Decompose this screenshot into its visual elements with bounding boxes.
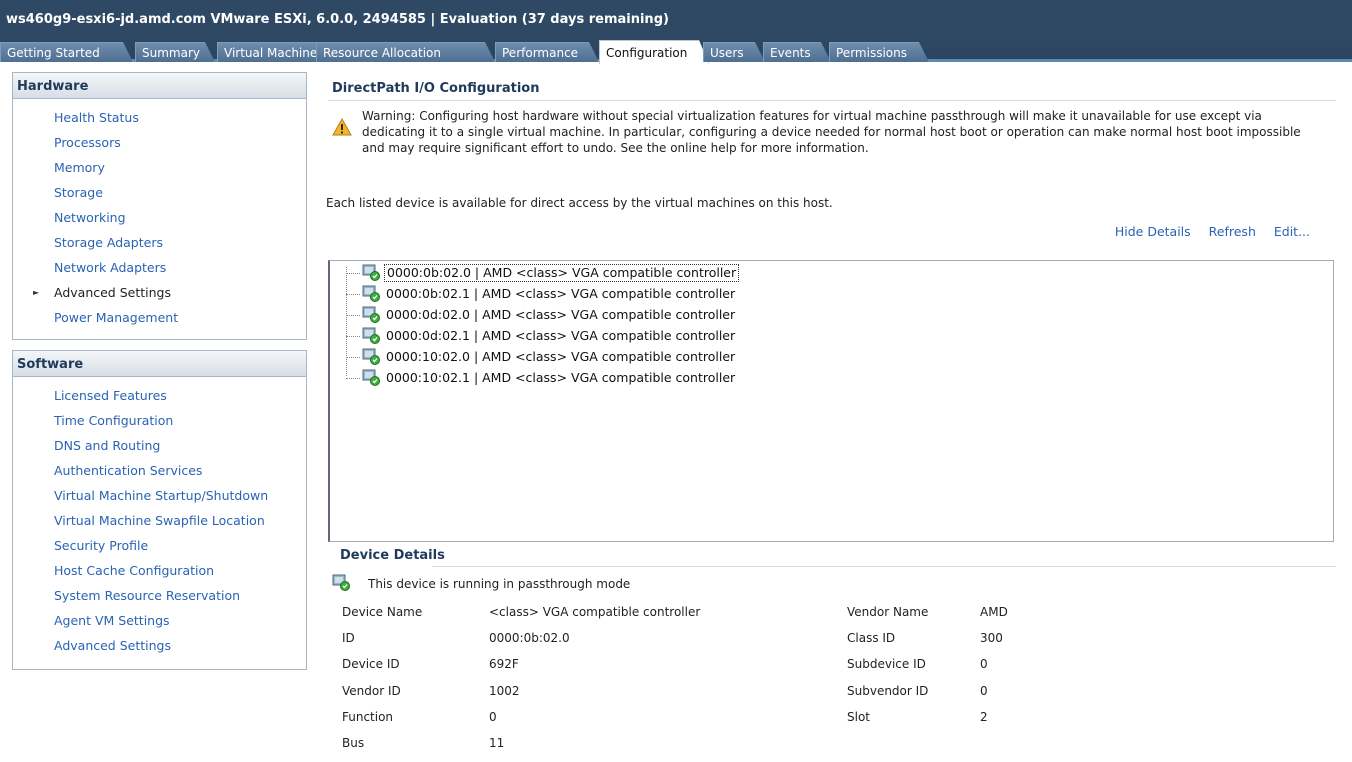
software-section: Software Licensed Features Time Configur…	[12, 350, 307, 670]
current-item-bullet-icon: ►	[33, 288, 40, 297]
detail-value: <class> VGA compatible controller	[489, 605, 701, 619]
detail-label: Vendor Name	[847, 605, 929, 619]
refresh-link[interactable]: Refresh	[1209, 224, 1256, 239]
nav-agent-vm-settings[interactable]: Agent VM Settings	[13, 608, 306, 633]
detail-label: Device ID	[342, 657, 400, 671]
software-header: Software	[13, 351, 306, 377]
tab-strip: Getting Started Summary Virtual Machines…	[0, 34, 1352, 62]
detail-value: 0	[980, 657, 988, 671]
edit-link[interactable]: Edit...	[1274, 224, 1310, 239]
details-divider	[432, 566, 1336, 567]
tab-resource-allocation[interactable]: Resource Allocation	[316, 42, 495, 62]
pci-device-passthrough-icon	[362, 264, 380, 281]
device-label: 0000:0b:02.1 | AMD <class> VGA compatibl…	[386, 286, 736, 301]
nav-advanced-settings-sw[interactable]: Advanced Settings	[13, 633, 306, 658]
nav-licensed-features[interactable]: Licensed Features	[13, 383, 306, 408]
main-content: DirectPath I/O Configuration Warning: Co…	[322, 72, 1342, 762]
device-list[interactable]: 0000:0b:02.0 | AMD <class> VGA compatibl…	[328, 260, 1334, 542]
detail-label: ID	[342, 631, 355, 645]
detail-value: 0000:0b:02.0	[489, 631, 570, 645]
detail-value: 11	[489, 736, 505, 750]
title-divider	[328, 100, 1336, 101]
detail-value: 0	[980, 684, 988, 698]
tab-configuration[interactable]: Configuration	[599, 40, 709, 64]
hide-details-link[interactable]: Hide Details	[1115, 224, 1191, 239]
warning-icon	[332, 118, 352, 136]
nav-system-resource-reservation[interactable]: System Resource Reservation	[13, 583, 306, 608]
nav-dns-routing[interactable]: DNS and Routing	[13, 433, 306, 458]
warning-text: Warning: Configuring host hardware witho…	[362, 109, 1301, 155]
detail-label: Bus	[342, 736, 365, 750]
device-details-title: Device Details	[340, 548, 445, 563]
detail-value: 300	[980, 631, 1003, 645]
action-links: Hide Details Refresh Edit...	[1101, 224, 1310, 239]
device-label: 0000:0d:02.0 | AMD <class> VGA compatibl…	[386, 307, 736, 322]
detail-label: Function	[342, 710, 394, 724]
detail-label: Device Name	[342, 605, 423, 619]
tab-users[interactable]: Users	[703, 42, 765, 62]
nav-vm-swapfile-location[interactable]: Virtual Machine Swapfile Location	[13, 508, 306, 533]
detail-value: 2	[980, 710, 988, 724]
nav-advanced-settings-hw-label: Advanced Settings	[54, 285, 171, 300]
nav-time-configuration[interactable]: Time Configuration	[13, 408, 306, 433]
hardware-header: Hardware	[13, 73, 306, 99]
nav-authentication-services[interactable]: Authentication Services	[13, 458, 306, 483]
pci-device-passthrough-icon	[362, 348, 380, 365]
detail-label: Vendor ID	[342, 684, 401, 698]
nav-advanced-settings-hw[interactable]: ► Advanced Settings	[13, 280, 306, 305]
nav-security-profile[interactable]: Security Profile	[13, 533, 306, 558]
pci-device-passthrough-icon	[362, 327, 380, 344]
pci-device-passthrough-icon	[362, 369, 380, 386]
page-title: DirectPath I/O Configuration	[332, 81, 540, 96]
nav-power-management[interactable]: Power Management	[13, 305, 306, 330]
nav-memory[interactable]: Memory	[13, 155, 306, 180]
nav-host-cache-configuration[interactable]: Host Cache Configuration	[13, 558, 306, 583]
tree-connector	[346, 267, 347, 376]
tab-summary[interactable]: Summary	[135, 42, 215, 62]
device-list-description: Each listed device is available for dire…	[326, 196, 833, 210]
detail-label: Slot	[847, 710, 870, 724]
detail-value: 692F	[489, 657, 519, 671]
detail-value: 0	[489, 710, 497, 724]
nav-health-status[interactable]: Health Status	[13, 105, 306, 130]
detail-label: Subvendor ID	[847, 684, 929, 698]
nav-vm-startup-shutdown[interactable]: Virtual Machine Startup/Shutdown	[13, 483, 306, 508]
nav-storage-adapters[interactable]: Storage Adapters	[13, 230, 306, 255]
device-label: 0000:0d:02.1 | AMD <class> VGA compatibl…	[386, 328, 736, 343]
device-label: 0000:10:02.1 | AMD <class> VGA compatibl…	[386, 370, 736, 385]
nav-processors[interactable]: Processors	[13, 130, 306, 155]
left-panel: Hardware Health Status Processors Memory…	[12, 72, 307, 762]
tab-performance[interactable]: Performance	[495, 42, 599, 62]
detail-value: 1002	[489, 684, 520, 698]
window-title: ws460g9-esxi6-jd.amd.com VMware ESXi, 6.…	[0, 0, 1352, 34]
tab-events[interactable]: Events	[763, 42, 831, 62]
detail-label: Subdevice ID	[847, 657, 926, 671]
detail-label: Class ID	[847, 631, 896, 645]
pci-device-passthrough-icon	[362, 306, 380, 323]
pci-device-passthrough-icon	[362, 285, 380, 302]
passthrough-status-icon	[332, 574, 350, 591]
nav-storage[interactable]: Storage	[13, 180, 306, 205]
tab-permissions[interactable]: Permissions	[829, 42, 929, 62]
nav-network-adapters[interactable]: Network Adapters	[13, 255, 306, 280]
nav-networking[interactable]: Networking	[13, 205, 306, 230]
device-label: 0000:10:02.0 | AMD <class> VGA compatibl…	[386, 349, 736, 364]
detail-value: AMD	[980, 605, 1008, 619]
hardware-section: Hardware Health Status Processors Memory…	[12, 72, 307, 340]
device-label: 0000:0b:02.0 | AMD <class> VGA compatibl…	[384, 264, 740, 282]
passthrough-status-text: This device is running in passthrough mo…	[368, 577, 631, 591]
tab-getting-started[interactable]: Getting Started	[0, 42, 133, 62]
